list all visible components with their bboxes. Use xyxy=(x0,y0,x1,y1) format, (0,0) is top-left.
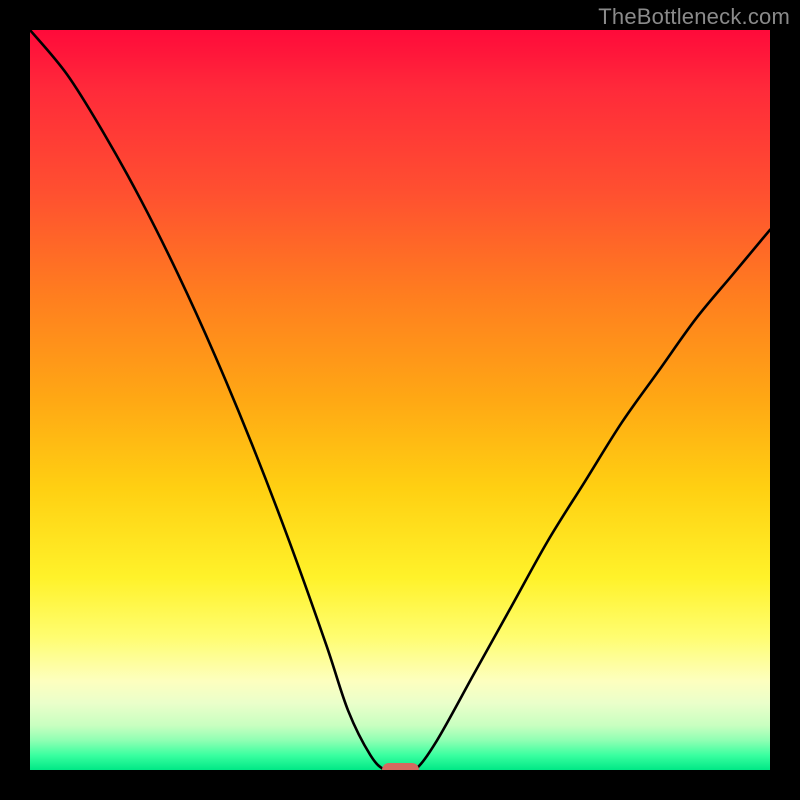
attribution-text: TheBottleneck.com xyxy=(598,4,790,30)
optimal-marker xyxy=(382,763,419,770)
bottleneck-curve xyxy=(30,30,770,770)
chart-frame: TheBottleneck.com xyxy=(0,0,800,800)
plot-area xyxy=(30,30,770,770)
curve-layer xyxy=(30,30,770,770)
